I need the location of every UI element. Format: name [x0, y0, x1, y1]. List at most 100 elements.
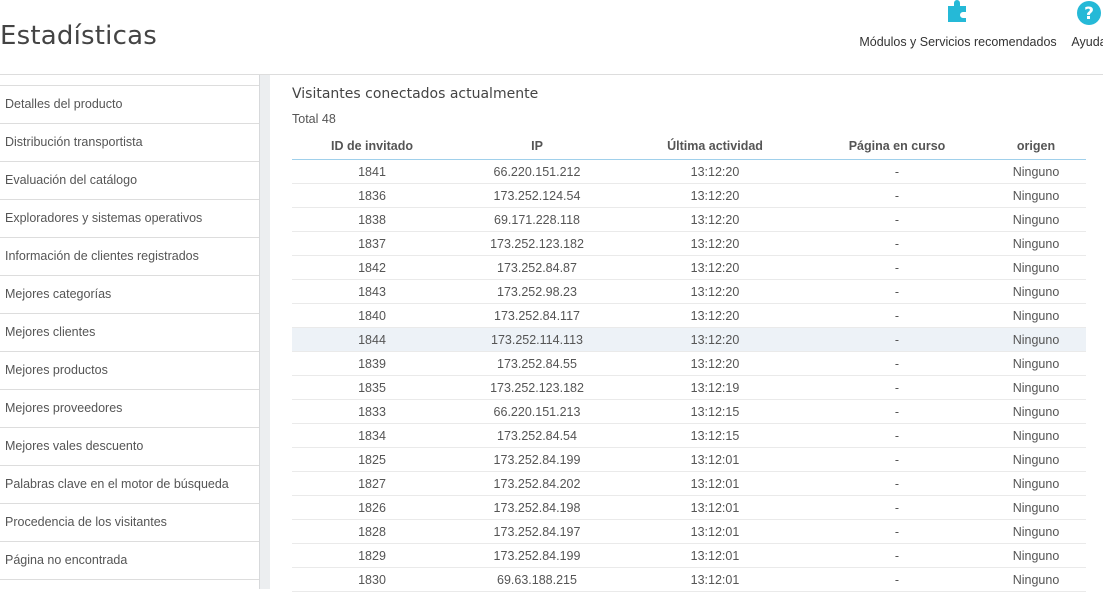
visitors-table-body: 1841 66.220.151.212 13:12:20- Ninguno 1836 17…: [292, 159, 1086, 592]
table-row[interactable]: 1841 66.220.151.212 13:12:20- Ninguno: [292, 159, 1086, 184]
table-row[interactable]: 1828 173.252.84.197 13:12:01- Ninguno: [292, 519, 1086, 544]
current-page-cell: -: [808, 327, 986, 352]
table-row[interactable]: 1830 69.63.188.215 13:12:01- Ninguno: [292, 567, 1086, 592]
table-row[interactable]: 1843 173.252.98.23 13:12:20- Ninguno: [292, 279, 1086, 304]
guest-id-cell: 1843: [292, 279, 452, 304]
guest-id-cell: 1828: [292, 519, 452, 544]
last-activity-cell: 13:12:20: [622, 255, 808, 280]
table-row[interactable]: 1833 66.220.151.213 13:12:15- Ninguno: [292, 399, 1086, 424]
table-row[interactable]: 1838 69.171.228.118 13:12:20- Ninguno: [292, 207, 1086, 232]
last-activity-cell: 13:12:20: [622, 351, 808, 376]
last-activity-cell: 13:12:19: [622, 375, 808, 400]
visitors-table: ID de invitado IP Última actividad Págin…: [292, 132, 1086, 592]
origin-cell: Ninguno: [986, 207, 1086, 232]
ip-cell: 173.252.123.182: [452, 231, 622, 256]
table-row[interactable]: 1827 173.252.84.202 13:12:01- Ninguno: [292, 471, 1086, 496]
guest-id-cell: 1836: [292, 183, 452, 208]
origin-cell: Ninguno: [986, 423, 1086, 448]
last-activity-cell: 13:12:01: [622, 567, 808, 592]
sidebar-item-search-keywords[interactable]: Palabras clave en el motor de búsqueda: [0, 465, 259, 503]
ip-cell: 173.252.84.199: [452, 543, 622, 568]
sidebar-item-product-details[interactable]: Detalles del producto: [0, 85, 259, 123]
current-page-cell: -: [808, 255, 986, 280]
current-page-cell: -: [808, 207, 986, 232]
last-activity-cell: 13:12:20: [622, 183, 808, 208]
ip-cell: 173.252.84.55: [452, 351, 622, 376]
guest-id-cell: 1844: [292, 327, 452, 352]
help-label: Ayuda: [1071, 35, 1103, 49]
origin-cell: Ninguno: [986, 495, 1086, 520]
sidebar-item-registered-customers[interactable]: Información de clientes registrados: [0, 237, 259, 275]
sidebar-item-page-not-found[interactable]: Página no encontrada: [0, 541, 259, 580]
sidebar-item-browsers-os[interactable]: Exploradores y sistemas operativos: [0, 199, 259, 237]
current-page-cell: -: [808, 567, 986, 592]
origin-cell: Ninguno: [986, 375, 1086, 400]
table-row[interactable]: 1835 173.252.123.182 13:12:19- Ninguno: [292, 375, 1086, 400]
origin-cell: Ninguno: [986, 519, 1086, 544]
last-activity-cell: 13:12:01: [622, 519, 808, 544]
ip-cell: 173.252.98.23: [452, 279, 622, 304]
origin-cell: Ninguno: [986, 543, 1086, 568]
sidebar-item-best-products[interactable]: Mejores productos: [0, 351, 259, 389]
ip-cell: 173.252.124.54: [452, 183, 622, 208]
last-activity-cell: 13:12:20: [622, 279, 808, 304]
ip-cell: 173.252.84.87: [452, 255, 622, 280]
table-row[interactable]: 1839 173.252.84.55 13:12:20- Ninguno: [292, 351, 1086, 376]
table-row[interactable]: 1825 173.252.84.199 13:12:01- Ninguno: [292, 447, 1086, 472]
origin-cell: Ninguno: [986, 399, 1086, 424]
table-row[interactable]: 1840 173.252.84.117 13:12:20- Ninguno: [292, 303, 1086, 328]
table-row[interactable]: 1842 173.252.84.87 13:12:20- Ninguno: [292, 255, 1086, 280]
sidebar-item-catalog-evaluation[interactable]: Evaluación del catálogo: [0, 161, 259, 199]
column-header-origin: origen: [986, 132, 1086, 160]
table-row[interactable]: 1829 173.252.84.199 13:12:01- Ninguno: [292, 543, 1086, 568]
sidebar-item-best-vouchers[interactable]: Mejores vales descuento: [0, 427, 259, 465]
sidebar-item-best-customers[interactable]: Mejores clientes: [0, 313, 259, 351]
last-activity-cell: 13:12:20: [622, 327, 808, 352]
guest-id-cell: 1837: [292, 231, 452, 256]
origin-cell: Ninguno: [986, 159, 1086, 184]
sidebar-item-best-suppliers[interactable]: Mejores proveedores: [0, 389, 259, 427]
origin-cell: Ninguno: [986, 303, 1086, 328]
guest-id-cell: 1826: [292, 495, 452, 520]
current-page-cell: -: [808, 231, 986, 256]
ip-cell: 173.252.114.113: [452, 327, 622, 352]
origin-cell: Ninguno: [986, 231, 1086, 256]
sidebar-scrollbar[interactable]: [259, 75, 270, 589]
sidebar-item-visitor-origin[interactable]: Procedencia de los visitantes: [0, 503, 259, 541]
panel-title: Visitantes conectados actualmente: [292, 86, 539, 102]
visitors-total: Total 48: [292, 112, 336, 126]
help-button[interactable]: ? Ayuda: [1069, 0, 1103, 49]
last-activity-cell: 13:12:15: [622, 399, 808, 424]
header-divider: [0, 74, 1103, 75]
last-activity-cell: 13:12:20: [622, 207, 808, 232]
current-page-cell: -: [808, 423, 986, 448]
sidebar-item-best-categories[interactable]: Mejores categorías: [0, 275, 259, 313]
origin-cell: Ninguno: [986, 279, 1086, 304]
guest-id-cell: 1834: [292, 423, 452, 448]
table-row[interactable]: 1844 173.252.114.113 13:12:20- Ninguno: [292, 327, 1086, 352]
ip-cell: 69.63.188.215: [452, 567, 622, 592]
origin-cell: Ninguno: [986, 447, 1086, 472]
ip-cell: 69.171.228.118: [452, 207, 622, 232]
column-header-ip: IP: [452, 132, 622, 160]
current-page-cell: -: [808, 351, 986, 376]
guest-id-cell: 1833: [292, 399, 452, 424]
guest-id-cell: 1830: [292, 567, 452, 592]
table-row[interactable]: 1834 173.252.84.54 13:12:15- Ninguno: [292, 423, 1086, 448]
last-activity-cell: 13:12:01: [622, 495, 808, 520]
puzzle-icon: [948, 0, 966, 22]
help-icon: ?: [1077, 1, 1101, 25]
last-activity-cell: 13:12:20: [622, 303, 808, 328]
ip-cell: 173.252.84.54: [452, 423, 622, 448]
last-activity-cell: 13:12:01: [622, 447, 808, 472]
sidebar-item-carrier-distribution[interactable]: Distribución transportista: [0, 123, 259, 161]
table-row[interactable]: 1837 173.252.123.182 13:12:20- Ninguno: [292, 231, 1086, 256]
table-row[interactable]: 1836 173.252.124.54 13:12:20- Ninguno: [292, 183, 1086, 208]
current-page-cell: -: [808, 543, 986, 568]
column-header-guest-id: ID de invitado: [292, 132, 452, 160]
current-page-cell: -: [808, 471, 986, 496]
current-page-cell: -: [808, 159, 986, 184]
recommended-modules-button[interactable]: Módulos y Servicios recomendados: [858, 0, 1058, 49]
stats-sidebar: Detalles del producto Distribución trans…: [0, 85, 259, 580]
table-row[interactable]: 1826 173.252.84.198 13:12:01- Ninguno: [292, 495, 1086, 520]
